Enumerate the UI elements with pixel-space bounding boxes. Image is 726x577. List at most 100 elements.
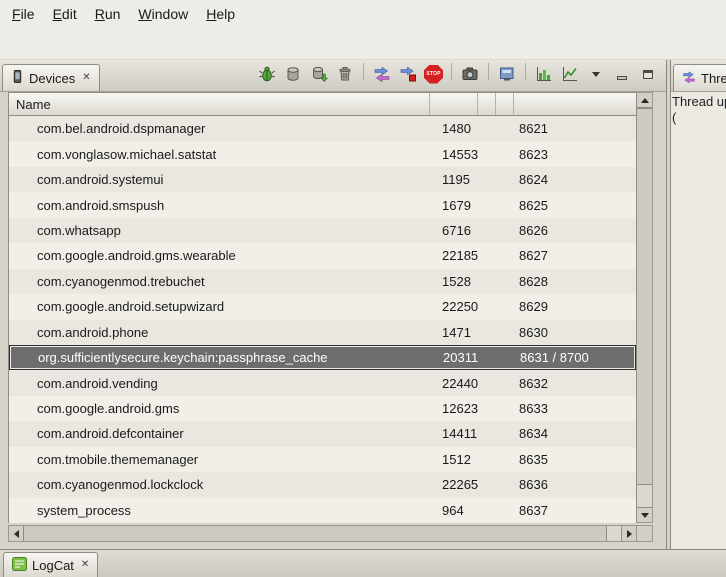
- threads-panel: Threads ✕ Thread up (: [670, 60, 726, 549]
- tab-devices-label: Devices: [29, 71, 75, 86]
- cause-gc-icon[interactable]: [335, 64, 355, 84]
- horizontal-scrollbar[interactable]: [8, 525, 637, 542]
- column-header-pid[interactable]: [430, 93, 478, 115]
- debug-icon[interactable]: [257, 64, 277, 84]
- table-row[interactable]: org.sufficientlysecure.keychain:passphra…: [9, 345, 636, 370]
- cell-name: com.android.systemui: [9, 172, 430, 187]
- cell-name: com.android.defcontainer: [9, 426, 430, 441]
- arrow-down-icon: [641, 513, 649, 518]
- devices-tabbar: Devices ✕: [0, 60, 666, 92]
- column-header-name[interactable]: Name: [9, 93, 430, 115]
- tab-logcat-label: LogCat: [32, 558, 74, 573]
- cell-name: com.cyanogenmod.trebuchet: [9, 274, 430, 289]
- table-header: Name: [9, 93, 636, 116]
- cell-port: 8635: [514, 452, 636, 467]
- cell-pid: 22265: [430, 477, 478, 492]
- cell-name: system_process: [9, 503, 430, 518]
- cell-name: com.android.phone: [9, 325, 430, 340]
- update-heap-icon[interactable]: [283, 64, 303, 84]
- cell-pid: 1512: [430, 452, 478, 467]
- scrollbar-corner: [637, 525, 653, 542]
- cell-port: 8626: [514, 223, 636, 238]
- menu-run[interactable]: Run: [86, 2, 130, 26]
- cell-name: com.google.android.gms: [9, 401, 430, 416]
- cell-port: 8634: [514, 426, 636, 441]
- cell-pid: 22440: [430, 376, 478, 391]
- table-row[interactable]: com.google.android.gms 12623 8633: [9, 396, 636, 421]
- logcat-bar: LogCat ✕: [0, 549, 726, 577]
- devices-panel: Devices ✕: [0, 60, 667, 549]
- toolbar-separator: [451, 63, 452, 80]
- close-icon[interactable]: ✕: [82, 73, 90, 83]
- devices-toolbar: STOP: [257, 63, 664, 91]
- cell-port: 8625: [514, 198, 636, 213]
- table-row[interactable]: com.android.phone 1471 8630: [9, 320, 636, 345]
- tab-logcat[interactable]: LogCat ✕: [3, 552, 98, 577]
- menu-file[interactable]: File: [3, 2, 44, 26]
- table-row[interactable]: com.android.defcontainer 14411 8634: [9, 421, 636, 446]
- system-info-icon[interactable]: [497, 64, 517, 84]
- table-row[interactable]: com.google.android.setupwizard 22250 862…: [9, 294, 636, 319]
- table-row[interactable]: com.android.vending 22440 8632: [9, 370, 636, 395]
- column-header-spacer: [478, 93, 496, 115]
- horizontal-scroll-thumb[interactable]: [24, 526, 607, 541]
- scroll-right-button[interactable]: [621, 526, 636, 541]
- cell-pid: 6716: [430, 223, 478, 238]
- table-row[interactable]: com.vonglasow.michael.satstat 14553 8623: [9, 141, 636, 166]
- app-window: File Edit Run Window Help Devices ✕: [0, 0, 726, 577]
- cell-name: com.vonglasow.michael.satstat: [9, 147, 430, 162]
- device-table-main: Name com.bel.android.dspmanager 1480 862…: [8, 92, 637, 523]
- close-icon[interactable]: ✕: [81, 560, 89, 570]
- dump-hprof-icon[interactable]: [309, 64, 329, 84]
- menu-window[interactable]: Window: [129, 2, 197, 26]
- horizontal-scrollbar-row: [8, 525, 666, 542]
- stop-process-icon[interactable]: STOP: [424, 65, 443, 84]
- vertical-scroll-thumb[interactable]: [637, 108, 652, 485]
- main-toolbar: [0, 27, 726, 60]
- update-threads-icon[interactable]: [372, 64, 392, 84]
- scroll-left-button[interactable]: [9, 526, 24, 541]
- view-menu-icon[interactable]: [586, 64, 606, 84]
- vertical-scrollbar[interactable]: [637, 92, 653, 523]
- screen-capture-icon[interactable]: [460, 64, 480, 84]
- table-row[interactable]: system_process 964 8637: [9, 498, 636, 523]
- cell-name: com.android.vending: [9, 376, 430, 391]
- cell-name: com.google.android.setupwizard: [9, 299, 430, 314]
- table-row[interactable]: com.google.android.gms.wearable 22185 86…: [9, 243, 636, 268]
- cell-pid: 1679: [430, 198, 478, 213]
- cell-port: 8630: [514, 325, 636, 340]
- menu-edit[interactable]: Edit: [44, 2, 86, 26]
- threads-icon: [682, 70, 696, 87]
- menu-help[interactable]: Help: [197, 2, 244, 26]
- cell-name: com.google.android.gms.wearable: [9, 248, 430, 263]
- table-row[interactable]: com.bel.android.dspmanager 1480 8621: [9, 116, 636, 141]
- cell-pid: 22185: [430, 248, 478, 263]
- method-profiling-icon[interactable]: [398, 64, 418, 84]
- cell-name: com.tmobile.thememanager: [9, 452, 430, 467]
- column-header-port[interactable]: [514, 93, 636, 115]
- maximize-icon[interactable]: [638, 64, 658, 84]
- arrow-left-icon: [14, 530, 19, 538]
- scroll-up-button[interactable]: [637, 93, 652, 108]
- tab-devices[interactable]: Devices ✕: [2, 64, 100, 91]
- cell-name: org.sufficientlysecure.keychain:passphra…: [10, 350, 431, 365]
- table-row[interactable]: com.android.systemui 1195 8624: [9, 167, 636, 192]
- device-table-body: com.bel.android.dspmanager 1480 8621 com…: [9, 116, 636, 523]
- table-row[interactable]: com.android.smspush 1679 8625: [9, 192, 636, 217]
- line-chart-icon[interactable]: [560, 64, 580, 84]
- tab-threads[interactable]: Threads ✕: [673, 64, 726, 91]
- cell-pid: 14411: [430, 426, 478, 441]
- tab-threads-label: Threads: [701, 71, 726, 86]
- table-row[interactable]: com.cyanogenmod.lockclock 22265 8636: [9, 472, 636, 497]
- table-row[interactable]: com.whatsapp 6716 8626: [9, 218, 636, 243]
- table-row[interactable]: com.tmobile.thememanager 1512 8635: [9, 447, 636, 472]
- minimize-icon[interactable]: [612, 64, 632, 84]
- horizontal-scroll-trough[interactable]: [607, 526, 621, 541]
- device-table: Name com.bel.android.dspmanager 1480 862…: [8, 92, 666, 523]
- bar-chart-icon[interactable]: [534, 64, 554, 84]
- threads-message-line2: (: [672, 110, 725, 126]
- scroll-down-button[interactable]: [637, 507, 652, 522]
- table-row[interactable]: com.cyanogenmod.trebuchet 1528 8628: [9, 269, 636, 294]
- cell-pid: 12623: [430, 401, 478, 416]
- menubar: File Edit Run Window Help: [0, 0, 726, 27]
